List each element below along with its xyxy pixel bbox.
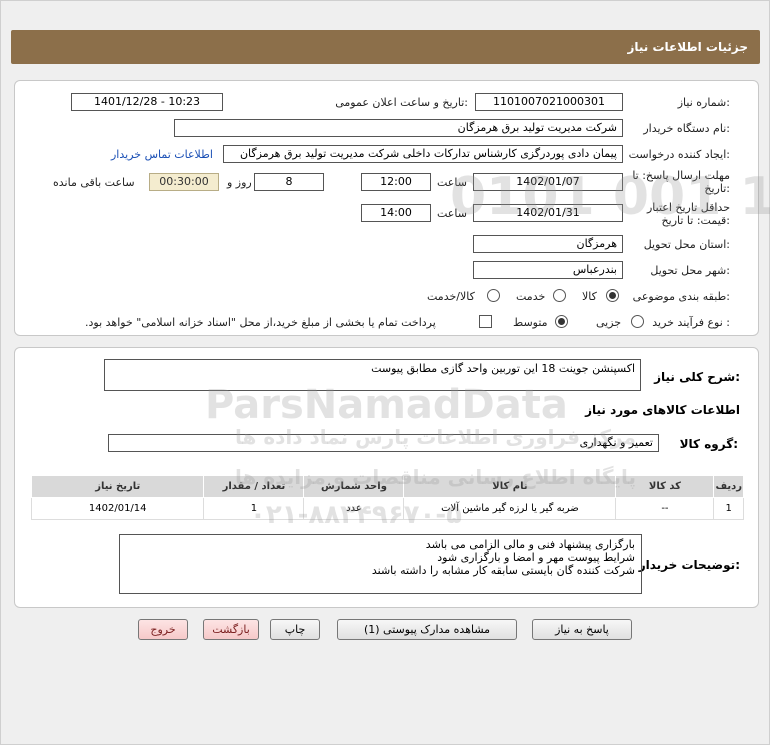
attachments-button[interactable]: مشاهده مدارک پیوستی (1) xyxy=(337,619,517,640)
summary-field: اکسپنشن جوینت 18 این توربین واحد گازی مط… xyxy=(104,359,641,391)
need-detail-panel: شرح کلی نیاز: اکسپنشن جوینت 18 این توربی… xyxy=(14,347,759,608)
validity-date-field: 1402/01/31 xyxy=(473,204,623,222)
need-number-label: شماره نیاز: xyxy=(677,96,730,109)
category-radio-goods[interactable] xyxy=(606,289,619,302)
goods-group-label: گروه کالا: xyxy=(679,437,738,451)
cell-unit: عدد xyxy=(303,497,405,520)
creator-field: پیمان دادی پوردرگزی کارشناس تدارکات داخل… xyxy=(223,145,623,163)
days-field: 8 xyxy=(254,173,324,191)
process-option-minor: جزیی xyxy=(596,316,622,329)
cell-quantity: 1 xyxy=(203,497,305,520)
city-label: شهر محل تحویل: xyxy=(650,264,730,277)
process-radio-minor[interactable] xyxy=(631,315,644,328)
back-button[interactable]: بازگشت xyxy=(203,619,259,640)
page-header: جزئیات اطلاعات نیاز xyxy=(11,30,760,64)
validity-label-2: قیمت: تا تاریخ: xyxy=(661,214,730,227)
creator-label: ایجاد کننده درخواست: xyxy=(628,148,730,161)
deadline-label-1: مهلت ارسال پاسخ: تا xyxy=(632,169,730,182)
payment-note: پرداخت تمام یا بخشی از مبلغ خرید،از محل … xyxy=(85,316,436,329)
deadline-date-field: 1402/01/07 xyxy=(473,173,623,191)
city-field: بندرعباس xyxy=(473,261,623,279)
validity-time-field: 14:00 xyxy=(361,204,431,222)
table-row: 1 -- ضربه گیر یا لرزه گیر ماشین آلات عدد… xyxy=(30,497,744,520)
remaining-label: ساعت باقی مانده xyxy=(53,176,135,189)
cell-code: -- xyxy=(615,497,715,520)
category-radio-service[interactable] xyxy=(553,289,566,302)
process-radio-medium[interactable] xyxy=(555,315,568,328)
buyer-note-line: شرایط پیوست مهر و امضا و بارگزاری شود xyxy=(437,551,635,564)
category-option-service: خدمت xyxy=(516,290,546,303)
buyer-notes-box: بارگزاری پیشنهاد فنی و مالی الزامی می با… xyxy=(119,534,642,594)
exit-button[interactable]: خروج xyxy=(138,619,188,640)
buyer-note-line: شرکت کننده گان بایستی سابقه کار مشابه را… xyxy=(371,564,635,577)
need-number-field: 1101007021000301 xyxy=(475,93,623,111)
buyer-note-line: بارگزاری پیشنهاد فنی و مالی الزامی می با… xyxy=(425,538,635,551)
col-need-date: تاریخ نیاز xyxy=(30,475,205,498)
announce-label: تاریخ و ساعت اعلان عمومی: xyxy=(335,96,468,109)
goods-group-field: تعمیر و نگهداری xyxy=(108,434,659,452)
validity-label-1: حداقل تاریخ اعتبار xyxy=(646,201,730,214)
validity-time-label: ساعت xyxy=(437,207,467,220)
col-unit: واحد شمارش xyxy=(303,475,405,498)
process-option-medium: متوسط xyxy=(513,316,548,329)
goods-table-header: ردیف کد کالا نام کالا واحد شمارش تعداد /… xyxy=(30,475,744,498)
deadline-time-field: 12:00 xyxy=(361,173,431,191)
need-info-panel: شماره نیاز: 1101007021000301 تاریخ و ساع… xyxy=(14,80,759,336)
col-row: ردیف xyxy=(713,475,744,498)
buyer-notes-label: توضیحات خریدار: xyxy=(638,558,740,572)
category-radio-goods-service[interactable] xyxy=(487,289,500,302)
buyer-contact-link[interactable]: اطلاعات تماس خریدار xyxy=(111,148,213,161)
goods-info-title: اطلاعات کالاهای مورد نیاز xyxy=(585,403,740,417)
remaining-time-field: 00:30:00 xyxy=(149,173,219,191)
buyer-label: نام دستگاه خریدار: xyxy=(643,122,730,135)
cell-row: 1 xyxy=(713,497,744,520)
reply-button[interactable]: پاسخ به نیاز xyxy=(532,619,632,640)
col-quantity: تعداد / مقدار xyxy=(203,475,305,498)
province-label: استان محل تحویل: xyxy=(643,238,730,251)
buyer-field: شرکت مدیریت تولید برق هرمزگان xyxy=(174,119,623,137)
deadline-label-2: تاریخ: xyxy=(704,182,730,195)
print-button[interactable]: چاپ xyxy=(270,619,320,640)
cell-need-date: 1402/01/14 xyxy=(30,497,205,520)
cell-name: ضربه گیر یا لرزه گیر ماشین آلات xyxy=(403,497,617,520)
goods-table: ردیف کد کالا نام کالا واحد شمارش تعداد /… xyxy=(30,475,744,520)
announce-field: 1401/12/28 - 10:23 xyxy=(71,93,223,111)
treasury-checkbox[interactable] xyxy=(479,315,492,328)
page-title: جزئیات اطلاعات نیاز xyxy=(627,40,748,54)
process-label: نوع فرآیند خرید : xyxy=(652,316,730,329)
province-field: هرمزگان xyxy=(473,235,623,253)
deadline-time-label: ساعت xyxy=(437,176,467,189)
days-label: روز و xyxy=(227,176,252,189)
summary-label: شرح کلی نیاز: xyxy=(654,370,740,384)
col-name: نام کالا xyxy=(403,475,617,498)
category-option-goods: کالا xyxy=(582,290,597,303)
category-option-goods-service: کالا/خدمت xyxy=(427,290,475,303)
col-code: کد کالا xyxy=(615,475,715,498)
category-label: طبقه بندی موضوعی: xyxy=(632,290,730,303)
